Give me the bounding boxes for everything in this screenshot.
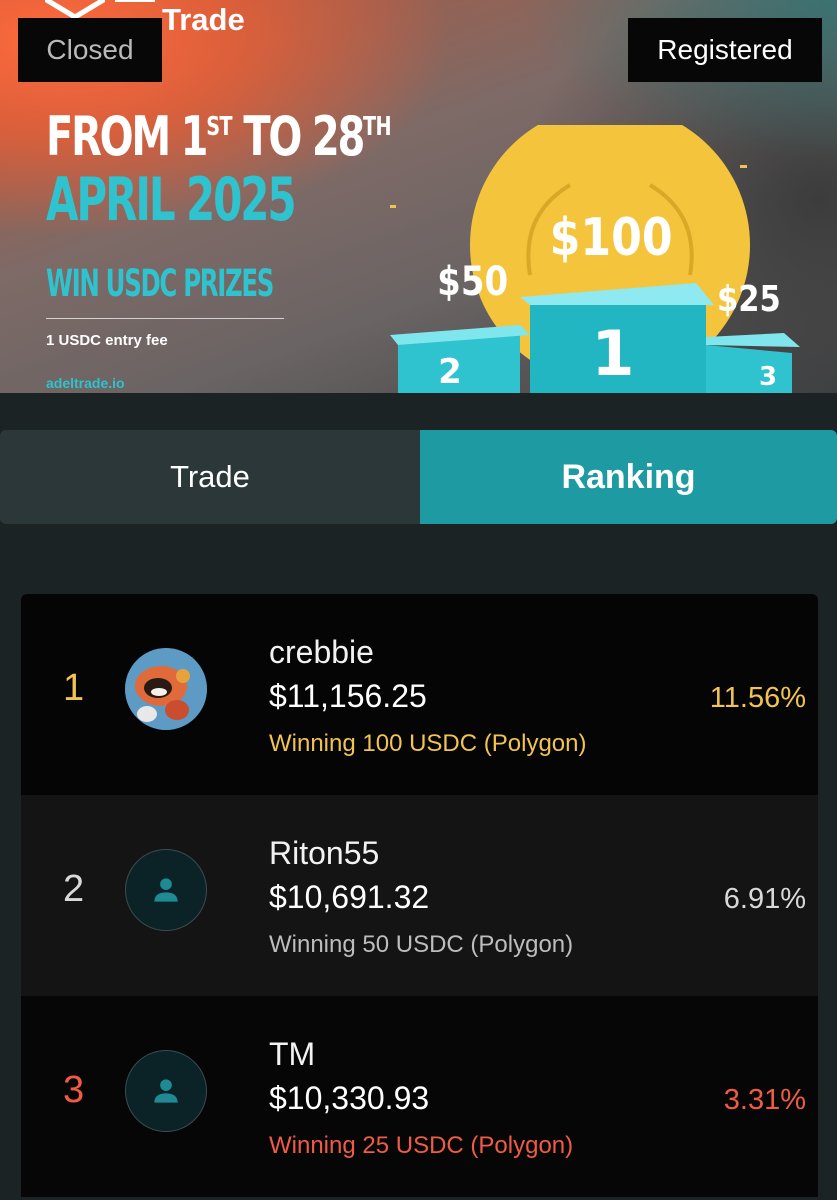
avatar [125,849,207,931]
avatar [125,1050,207,1132]
username: Riton55 [269,835,380,871]
promo-divider [46,318,284,319]
ranking-row[interactable]: 2 Riton55 $10,691.32 Winning 50 USDC (Po… [21,795,818,996]
username: TM [269,1036,316,1072]
brand-name: Trade [162,2,245,37]
winning-prize: Winning 25 USDC (Polygon) [269,1132,574,1159]
ranking-list: 1 crebbie $11,156.25 Winning 100 USDC (P… [21,594,818,1200]
promo-website: adeltrade.io [46,375,125,391]
ranking-row[interactable]: 3 TM $10,330.93 Winning 25 USDC (Polygon… [21,996,818,1197]
avatar [125,648,207,730]
promo-entry-fee: 1 USDC entry fee [46,332,168,349]
promo-date-from-suffix: ST [206,112,232,142]
prize-second: $50 [437,258,508,304]
winning-prize: Winning 100 USDC (Polygon) [269,730,587,757]
podium-third-label: 3 [759,362,777,392]
rank-number: 3 [63,1069,85,1111]
tab-trade[interactable]: Trade [0,430,420,524]
promo-dates: FROM 1ST TO 28TH [46,105,392,168]
podium-second-label: 2 [438,352,462,392]
tournament-banner: Trade Closed Registered FROM 1ST TO 28TH… [0,0,837,393]
closed-badge: Closed [18,18,162,82]
view-tabs: Trade Ranking [0,430,837,524]
promo-month: APRIL 2025 [46,165,297,235]
gain-percent: 3.31% [723,1084,806,1116]
gain-percent: 11.56% [709,682,806,714]
podium-first-label: 1 [591,317,634,390]
ranking-row[interactable]: 1 crebbie $11,156.25 Winning 100 USDC (P… [21,594,818,795]
prize-third: $25 [717,278,781,320]
gain-percent: 6.91% [723,883,806,915]
promo-headline: WIN USDC PRIZES [46,262,274,305]
prize-podium-illustration: $100 $50 $25 1 2 3 [390,125,800,393]
user-icon [154,878,178,902]
promo-date-to: TO 28 [231,105,365,168]
tab-ranking[interactable]: Ranking [420,430,837,524]
account-value: $10,330.93 [269,1080,430,1116]
rank-number: 1 [63,667,85,709]
account-value: $11,156.25 [269,678,427,714]
user-avatar-image-icon [125,648,207,730]
prize-first: $100 [550,208,673,268]
registered-badge: Registered [628,18,822,82]
username: crebbie [269,634,374,670]
winning-prize: Winning 50 USDC (Polygon) [269,931,574,958]
account-value: $10,691.32 [269,879,430,915]
promo-date-from: FROM 1 [46,105,208,168]
user-icon [154,1079,178,1103]
rank-number: 2 [63,868,85,910]
